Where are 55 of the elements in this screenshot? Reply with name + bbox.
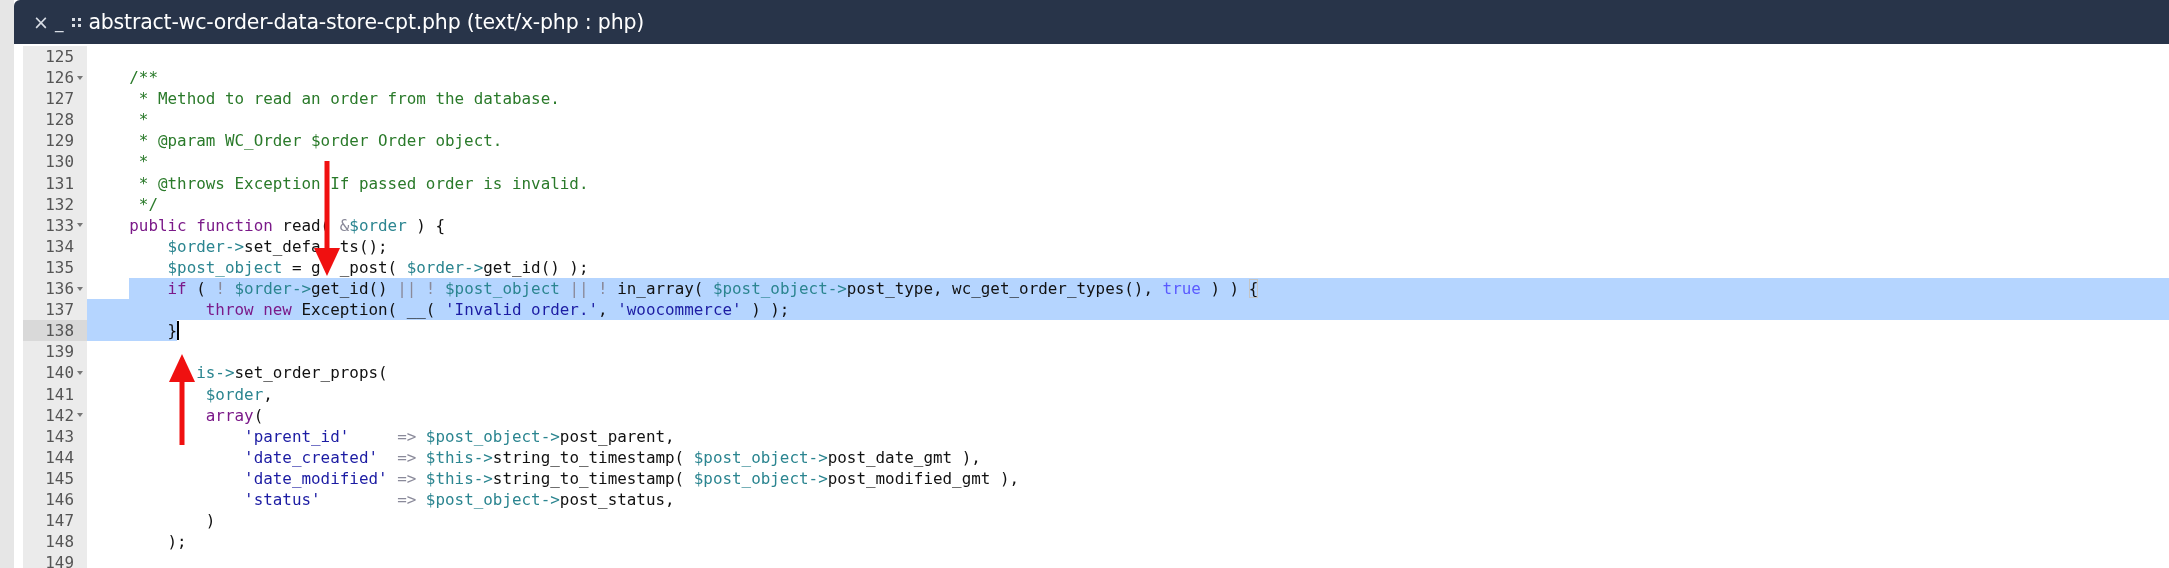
minimize-button[interactable]: _ [51,13,67,31]
line-number: 148 [45,531,74,553]
line-number: 126 [45,67,74,89]
code-line: } [166,320,178,342]
code-line: 'status' => $post_object->post_status, [243,488,675,511]
code-line: $order, [204,383,273,405]
line-number: 129 [45,130,74,152]
line-number: 135 [45,256,74,279]
line-number: 144 [45,446,74,468]
line-number: 149 [45,552,74,568]
code-line: * @param WC_Order $order Order object. [137,130,503,152]
fold-arrow-icon[interactable] [77,370,83,375]
fold-arrow-icon[interactable] [77,75,83,80]
close-button[interactable]: × [30,12,52,32]
code-line: throw new Exception( __( 'Invalid order.', 'woocommerce' ) ); [204,299,790,321]
line-number: 146 [45,488,74,511]
code-line: $post_object = g _post( $order->get_id() ); [166,256,589,279]
line-number: 142 [45,404,74,426]
code-line: is->set_order_props( [195,362,388,384]
line-number: 145 [45,467,74,489]
line-number: 133 [45,214,74,236]
fold-arrow-icon[interactable] [77,286,83,291]
line-number: 139 [45,341,74,363]
window-title: abstract-wc-order-data-store-cpt.php (text/x-php : php) [88,10,645,34]
line-number: 132 [45,193,74,215]
code-line: if ( ! $order->get_id() || ! $post_object || ! in_array( $post_object->post_type, wc_get_order_types(), true ) ) { [166,278,1259,300]
fold-arrow-icon[interactable] [77,223,83,228]
code-line: * @throws Exception If passed order is invalid. [137,172,589,194]
code-line: /** [128,67,158,89]
line-number: 128 [45,109,74,131]
line-number: 141 [45,383,74,405]
line-number: 140 [45,362,74,384]
line-number: 127 [45,88,74,110]
code-line: array( [204,404,264,426]
code-line: $order->set_defa ts(); [166,235,388,257]
code-line: ); [166,531,187,553]
line-number: 134 [45,235,74,257]
line-number: 138 [45,320,74,342]
line-number: 125 [45,46,74,68]
line-number: 143 [45,425,74,447]
fold-arrow-icon[interactable] [77,413,83,418]
line-number: 131 [45,172,74,194]
drag-handle-icon[interactable] [72,17,82,27]
code-line: * Method to read an order from the database. [137,88,560,110]
code-line: ) [204,510,216,532]
line-number: 137 [45,299,74,321]
code-line: */ [137,193,158,215]
code-line: 'parent_id' => $post_object->post_parent, [243,425,675,447]
code-line: 'date_modified' => $this->string_to_timestamp( $post_object->post_modified_gmt ), [243,467,1020,489]
line-number: 130 [45,151,74,173]
code-line: * [137,151,149,173]
line-number: 147 [45,510,74,532]
code-line: 'date_created' => $this->string_to_timestamp( $post_object->post_date_gmt ), [243,446,981,468]
code-line: * [137,109,149,131]
line-number: 136 [45,278,74,300]
